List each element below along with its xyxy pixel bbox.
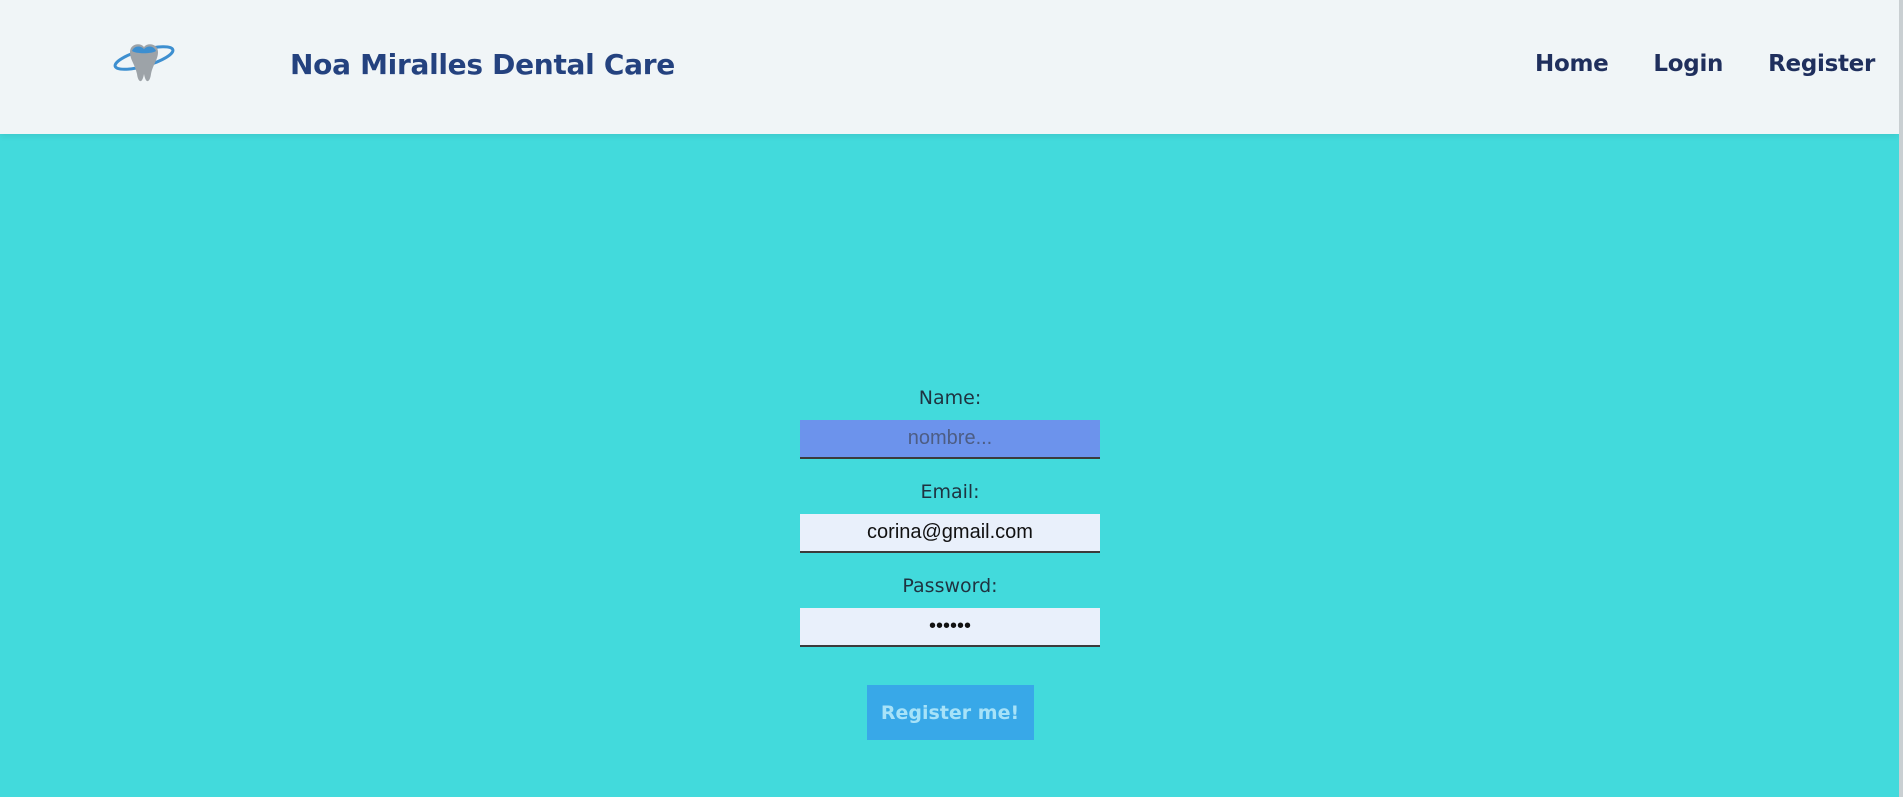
register-form: Name: Email: Password: Register me! bbox=[800, 384, 1100, 740]
register-submit-button[interactable]: Register me! bbox=[866, 685, 1034, 740]
site-title: Noa Miralles Dental Care bbox=[290, 48, 675, 81]
name-label: Name: bbox=[918, 387, 982, 409]
password-input[interactable] bbox=[800, 608, 1100, 647]
name-input[interactable] bbox=[800, 420, 1100, 459]
email-input[interactable] bbox=[800, 514, 1100, 553]
page-scrollbar[interactable] bbox=[1899, 0, 1903, 797]
main-nav: Home Login Register bbox=[1535, 51, 1875, 77]
tooth-logo-icon[interactable] bbox=[112, 38, 176, 90]
nav-register-link[interactable]: Register bbox=[1768, 51, 1875, 77]
nav-login-link[interactable]: Login bbox=[1653, 51, 1723, 77]
site-header: Noa Miralles Dental Care Home Login Regi… bbox=[0, 0, 1899, 134]
email-label: Email: bbox=[920, 481, 980, 503]
nav-home-link[interactable]: Home bbox=[1535, 51, 1609, 77]
password-label: Password: bbox=[902, 575, 998, 597]
